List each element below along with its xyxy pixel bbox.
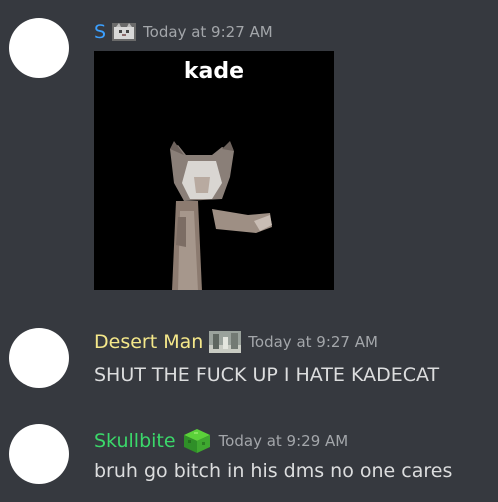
username[interactable]: Skullbite xyxy=(94,430,176,452)
message-item: Desert Man Today at 9:27 AM SHUT THE FUC… xyxy=(0,300,498,400)
message-item: S Today at 9:27 AM kade xyxy=(0,0,498,300)
gif-attachment[interactable]: kade xyxy=(94,51,334,290)
timestamp: Today at 9:27 AM xyxy=(248,333,378,351)
timestamp: Today at 9:27 AM xyxy=(143,23,273,41)
cat-icon xyxy=(112,23,137,41)
green-cube-icon xyxy=(182,428,212,454)
avatar[interactable] xyxy=(9,328,69,388)
dancing-cat-image xyxy=(170,141,272,290)
message-text: SHUT THE FUCK UP I HATE KADECAT xyxy=(94,364,440,386)
message-text: bruh go bitch in his dms no one cares xyxy=(94,460,453,482)
message-header: Skullbite Today at 9:29 AM xyxy=(94,428,348,454)
avatar[interactable] xyxy=(9,424,69,484)
message-header: S Today at 9:27 AM xyxy=(94,21,273,43)
message-header: Desert Man Today at 9:27 AM xyxy=(94,331,378,353)
username[interactable]: Desert Man xyxy=(94,331,203,353)
username[interactable]: S xyxy=(94,21,106,43)
message-item: Skullbite Today at 9:29 AM bruh go bitch… xyxy=(0,400,498,502)
timestamp: Today at 9:29 AM xyxy=(218,432,349,450)
avatar[interactable] xyxy=(9,18,69,78)
landscape-icon xyxy=(209,331,242,353)
